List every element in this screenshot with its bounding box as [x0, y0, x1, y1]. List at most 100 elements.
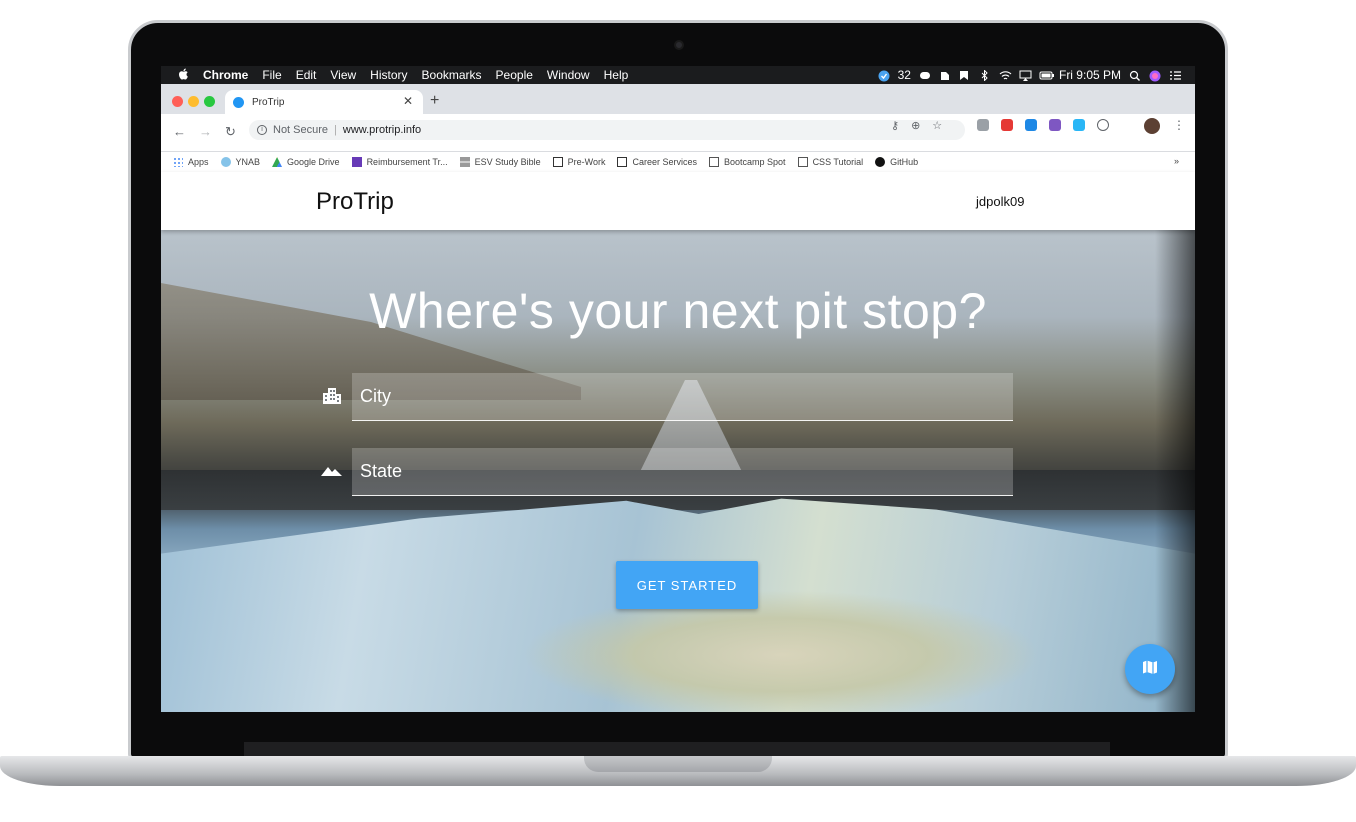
- back-icon[interactable]: ←: [173, 124, 186, 139]
- esv-grid-icon: [459, 157, 470, 167]
- book-icon: [552, 157, 563, 167]
- window-close-button[interactable]: [172, 96, 183, 107]
- cloud-icon[interactable]: [919, 70, 931, 81]
- window-minimize-button[interactable]: [188, 96, 199, 107]
- battery-icon[interactable]: [1039, 70, 1054, 81]
- status-area: 32 Fri 9:05 PM: [878, 66, 1181, 84]
- page-icon: [709, 157, 720, 167]
- siri-icon[interactable]: [1149, 70, 1161, 81]
- badge-count: 32: [897, 68, 911, 82]
- menu-people[interactable]: People: [496, 68, 533, 82]
- red-extension-icon[interactable]: [1001, 119, 1013, 131]
- close-tab-icon[interactable]: ✕: [403, 94, 413, 108]
- bookmark-label: GitHub: [890, 157, 919, 167]
- page-icon: [797, 157, 808, 167]
- get-started-button[interactable]: GET STARTED: [616, 561, 758, 609]
- brand-logo[interactable]: ProTrip: [316, 188, 394, 216]
- tab-title: ProTrip: [252, 96, 285, 108]
- state-input[interactable]: [352, 448, 1013, 496]
- clock[interactable]: Fri 9:05 PM: [1059, 68, 1121, 82]
- menu-edit[interactable]: Edit: [296, 68, 317, 82]
- menu-bookmarks[interactable]: Bookmarks: [422, 68, 482, 82]
- url-text[interactable]: www.protrip.info: [343, 124, 421, 136]
- circle-extension-icon[interactable]: [1097, 119, 1109, 131]
- app-header: ProTrip jdpolk09: [161, 172, 1195, 230]
- username[interactable]: jdpolk09: [976, 194, 1024, 209]
- bookmark-career-services[interactable]: Career Services: [617, 157, 697, 167]
- menu-view[interactable]: View: [330, 68, 356, 82]
- bookmark-label: CSS Tutorial: [812, 157, 864, 167]
- spotlight-search-icon[interactable]: [1129, 70, 1141, 81]
- bookmark-label: Apps: [188, 157, 209, 167]
- bookmark-label: ESV Study Bible: [474, 157, 541, 167]
- book-icon: [617, 157, 628, 167]
- airplay-icon[interactable]: [1019, 70, 1032, 81]
- more-menu-icon[interactable]: ⋮: [1173, 118, 1185, 132]
- drive-extension-icon[interactable]: [977, 119, 989, 131]
- github-icon: [875, 157, 886, 167]
- window-zoom-button[interactable]: [204, 96, 215, 107]
- bookmark-icon[interactable]: [959, 70, 971, 81]
- screen: Chrome File Edit View History Bookmarks …: [161, 66, 1195, 712]
- arrows-extension-icon[interactable]: [1073, 119, 1085, 131]
- city-input[interactable]: [352, 373, 1013, 421]
- evernote-icon[interactable]: [939, 70, 951, 81]
- bookmark-label: Pre-Work: [567, 157, 606, 167]
- apps-grid-icon: [173, 157, 183, 167]
- bookmark-pre-work[interactable]: Pre-Work: [552, 157, 606, 167]
- zoom-icon[interactable]: ⊕: [911, 119, 920, 132]
- headline: Where's your next pit stop?: [369, 283, 987, 339]
- bookmark-bootcamp-spot[interactable]: Bootcamp Spot: [709, 157, 786, 167]
- mac-menubar: Chrome File Edit View History Bookmarks …: [161, 66, 1195, 84]
- menu-help[interactable]: Help: [604, 68, 629, 82]
- security-label: Not Secure: [273, 124, 329, 136]
- key-icon[interactable]: ⚷: [891, 119, 899, 132]
- bookmark-google-drive[interactable]: Google Drive: [272, 157, 340, 167]
- info-icon[interactable]: i: [257, 125, 267, 135]
- city-buildings-icon: [321, 385, 343, 405]
- bookmark-label: Google Drive: [287, 157, 340, 167]
- bookmark-ynab[interactable]: YNAB: [220, 157, 261, 167]
- menu-app-name[interactable]: Chrome: [203, 68, 248, 82]
- badge-icon[interactable]: [878, 70, 890, 81]
- new-tab-icon[interactable]: +: [430, 92, 439, 110]
- google-drive-icon: [272, 157, 283, 167]
- map-fab-button[interactable]: [1125, 644, 1175, 694]
- city-field-row: [321, 373, 1013, 421]
- bookmark-label: YNAB: [235, 157, 261, 167]
- forward-icon[interactable]: →: [199, 124, 212, 139]
- bookmark-reimbursement[interactable]: Reimbursement Tr...: [351, 157, 448, 167]
- address-bar[interactable]: i Not Secure | www.protrip.info: [249, 120, 965, 140]
- bluetooth-icon[interactable]: [979, 68, 991, 82]
- reload-icon[interactable]: ↻: [225, 124, 236, 140]
- wifi-icon[interactable]: [999, 70, 1012, 81]
- state-field-row: [321, 448, 1013, 496]
- browser-toolbar: ← → ↻ i Not Secure | www.protrip.info ⚷ …: [161, 114, 1195, 152]
- tab-strip: ProTrip ✕ +: [161, 84, 1195, 114]
- laptop-notch: [584, 756, 772, 772]
- menu-history[interactable]: History: [370, 68, 407, 82]
- grid-extension-icon[interactable]: [1049, 119, 1061, 131]
- notification-center-icon[interactable]: [1169, 70, 1181, 81]
- ynab-icon: [220, 157, 231, 167]
- webcam: [674, 40, 684, 50]
- bookmark-css-tutorial[interactable]: CSS Tutorial: [797, 157, 864, 167]
- bookmarks-bar: Apps YNAB Google Drive Reimbursement Tr.…: [161, 152, 1195, 172]
- bookmark-esv[interactable]: ESV Study Bible: [459, 157, 541, 167]
- eyedropper-extension-icon[interactable]: [1025, 119, 1037, 131]
- menu-file[interactable]: File: [262, 68, 281, 82]
- profile-avatar[interactable]: [1144, 118, 1160, 134]
- omnibox-actions: ⚷ ⊕ ☆: [891, 119, 942, 132]
- star-icon[interactable]: ☆: [932, 119, 942, 132]
- bookmarks-overflow-icon[interactable]: »: [1174, 156, 1179, 166]
- protrip-favicon-icon: [233, 96, 244, 108]
- bookmark-apps[interactable]: Apps: [173, 157, 209, 167]
- tab-protrip[interactable]: ProTrip ✕: [225, 90, 423, 114]
- mountains-icon: [321, 460, 343, 480]
- menu-window[interactable]: Window: [547, 68, 590, 82]
- bookmark-github[interactable]: GitHub: [875, 157, 918, 167]
- extensions: [977, 119, 1109, 131]
- apple-icon[interactable]: [177, 68, 189, 83]
- bookmark-label: Bootcamp Spot: [724, 157, 786, 167]
- bezel-bottom: [244, 742, 1110, 756]
